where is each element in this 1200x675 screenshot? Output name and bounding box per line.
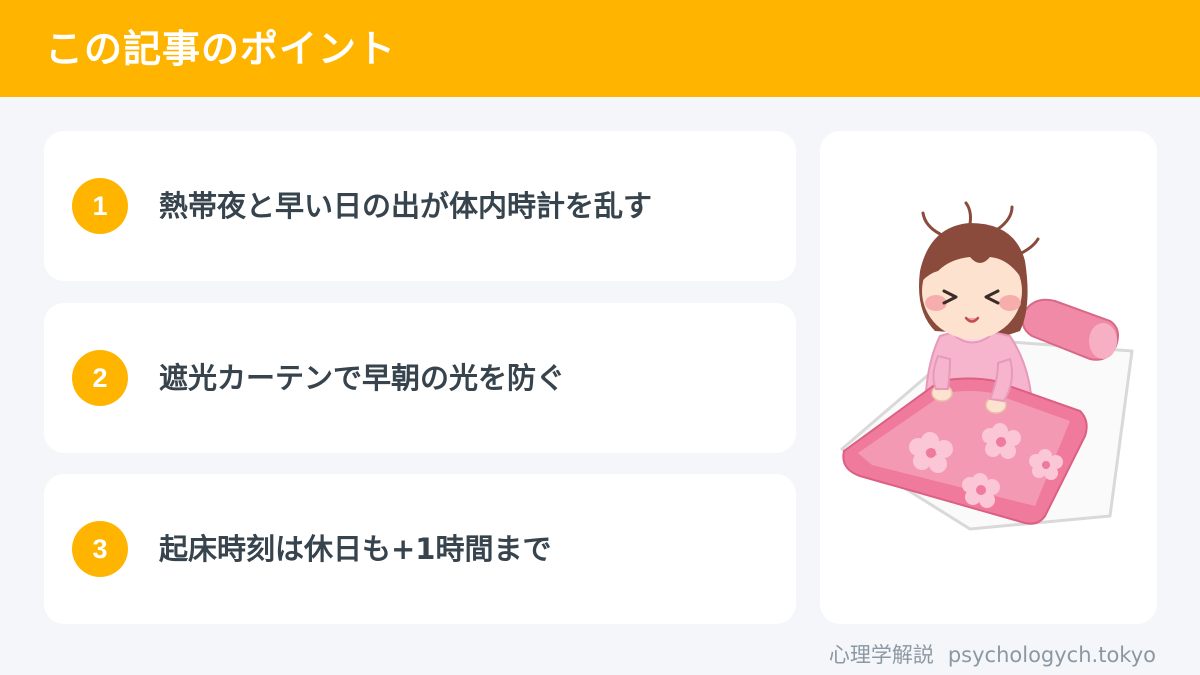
point-number-badge: 3 <box>72 521 128 577</box>
footer-brand: 心理学解説 <box>828 643 934 667</box>
page-title: この記事のポイント <box>45 27 397 71</box>
illustration-card <box>820 131 1157 624</box>
pillow-end <box>1089 323 1117 359</box>
point-number-badge: 2 <box>72 350 128 406</box>
point-number-badge: 1 <box>72 178 128 234</box>
point-card-3: 3 起床時刻は休日も+1時間まで <box>44 474 796 624</box>
footer-credit: 心理学解説 psychologych.tokyo <box>829 640 1156 670</box>
footer-site: psychologych.tokyo <box>947 643 1156 667</box>
point-card-1: 1 熱帯夜と早い日の出が体内時計を乱す <box>44 131 796 281</box>
point-text: 起床時刻は休日も+1時間まで <box>159 532 552 566</box>
girl-waking-in-bed-illustration <box>840 201 1134 531</box>
point-card-2: 2 遮光カーテンで早朝の光を防ぐ <box>44 303 796 453</box>
point-text: 遮光カーテンで早朝の光を防ぐ <box>159 361 566 395</box>
point-text: 熱帯夜と早い日の出が体内時計を乱す <box>159 189 653 223</box>
header-bar: この記事のポイント <box>0 0 1200 97</box>
